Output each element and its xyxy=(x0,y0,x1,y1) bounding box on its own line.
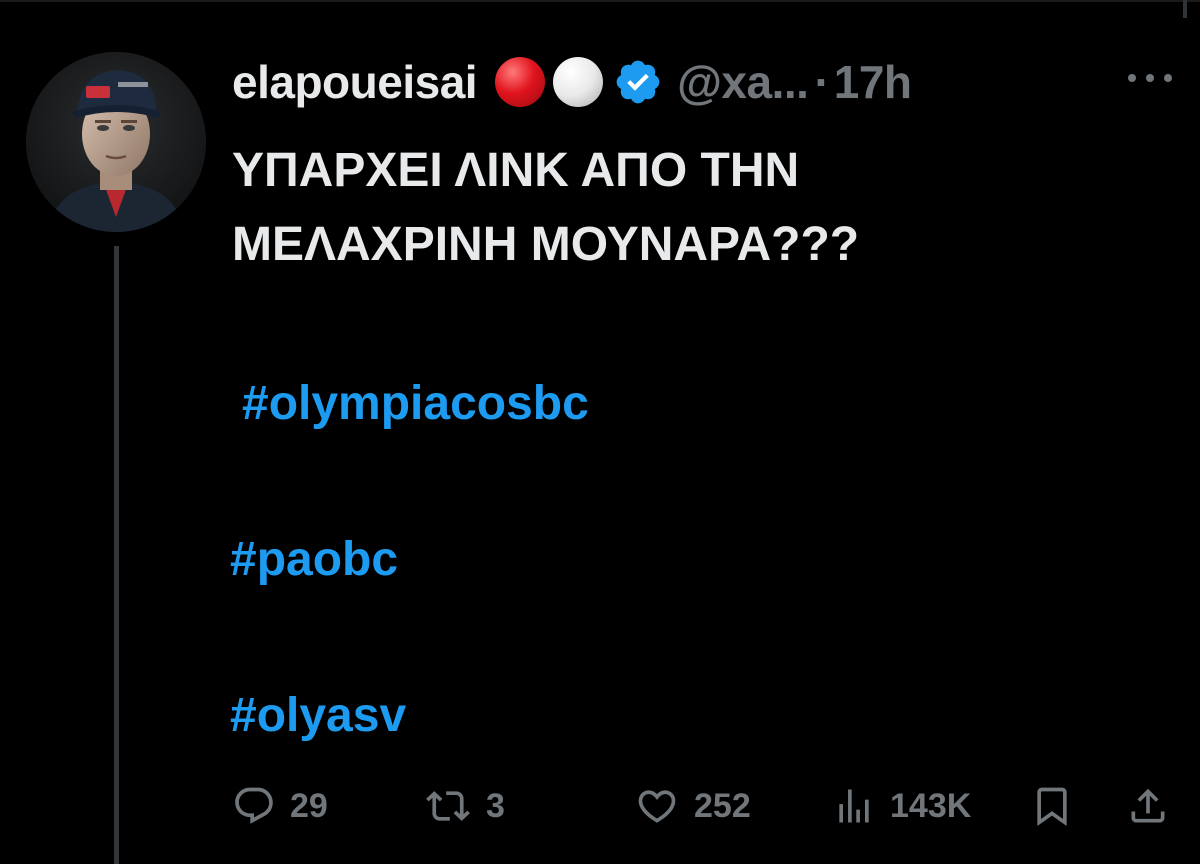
tweet-text: ΥΠΑΡΧΕΙ ΛΙΝΚ ΑΠΟ ΤΗΝ ΜΕΛΑΧΡΙΝΗ ΜΟΥΝΑΡΑ??… xyxy=(232,134,859,282)
repost-icon xyxy=(426,791,470,821)
avatar-portrait-image xyxy=(26,52,206,232)
timestamp[interactable]: 17h xyxy=(834,55,912,109)
reply-button[interactable]: 29 xyxy=(232,776,328,836)
like-icon xyxy=(638,790,676,823)
tweet-text-line: ΥΠΑΡΧΕΙ ΛΙΝΚ ΑΠΟ ΤΗΝ xyxy=(232,144,800,197)
more-icon[interactable] xyxy=(1128,68,1172,88)
hashtag-link[interactable]: #paobc xyxy=(230,532,398,587)
repost-count: 3 xyxy=(486,786,505,825)
display-name[interactable]: elapoueisai xyxy=(232,55,478,109)
thread-connector-line xyxy=(114,246,119,864)
like-count: 252 xyxy=(694,786,751,825)
white-circle-emoji-icon xyxy=(553,57,604,107)
views-button[interactable]: 143K xyxy=(832,776,971,836)
bookmark-button[interactable] xyxy=(1030,776,1074,836)
more-dot xyxy=(1164,74,1172,82)
reply-icon xyxy=(235,787,273,824)
tweet-header: elapoueisai @xa... · 17h xyxy=(232,52,912,112)
scroll-indicator xyxy=(1183,0,1187,18)
separator-dot: · xyxy=(814,56,830,108)
handle[interactable]: @xa... xyxy=(677,55,809,109)
reply-count: 29 xyxy=(290,786,328,825)
views-icon xyxy=(839,789,869,823)
views-count: 143K xyxy=(890,786,972,825)
top-divider xyxy=(0,0,1200,2)
hashtag-link[interactable]: #olyasv xyxy=(230,688,406,743)
avatar[interactable] xyxy=(26,52,206,232)
red-circle-emoji-icon xyxy=(495,57,546,107)
action-bar: 29 3 252 143K xyxy=(0,776,1200,836)
verified-badge-icon[interactable] xyxy=(613,57,663,107)
share-button[interactable] xyxy=(1126,776,1170,836)
tweet-text-line: ΜΕΛΑΧΡΙΝΗ ΜΟΥΝΑΡΑ??? xyxy=(232,218,860,271)
like-button[interactable]: 252 xyxy=(634,776,751,836)
more-dot xyxy=(1146,74,1154,82)
bookmark-icon xyxy=(1037,787,1067,827)
share-icon xyxy=(1131,788,1165,823)
repost-button[interactable]: 3 xyxy=(424,776,505,836)
hashtag-link[interactable]: #olympiacosbc xyxy=(242,376,589,431)
more-dot xyxy=(1128,74,1136,82)
